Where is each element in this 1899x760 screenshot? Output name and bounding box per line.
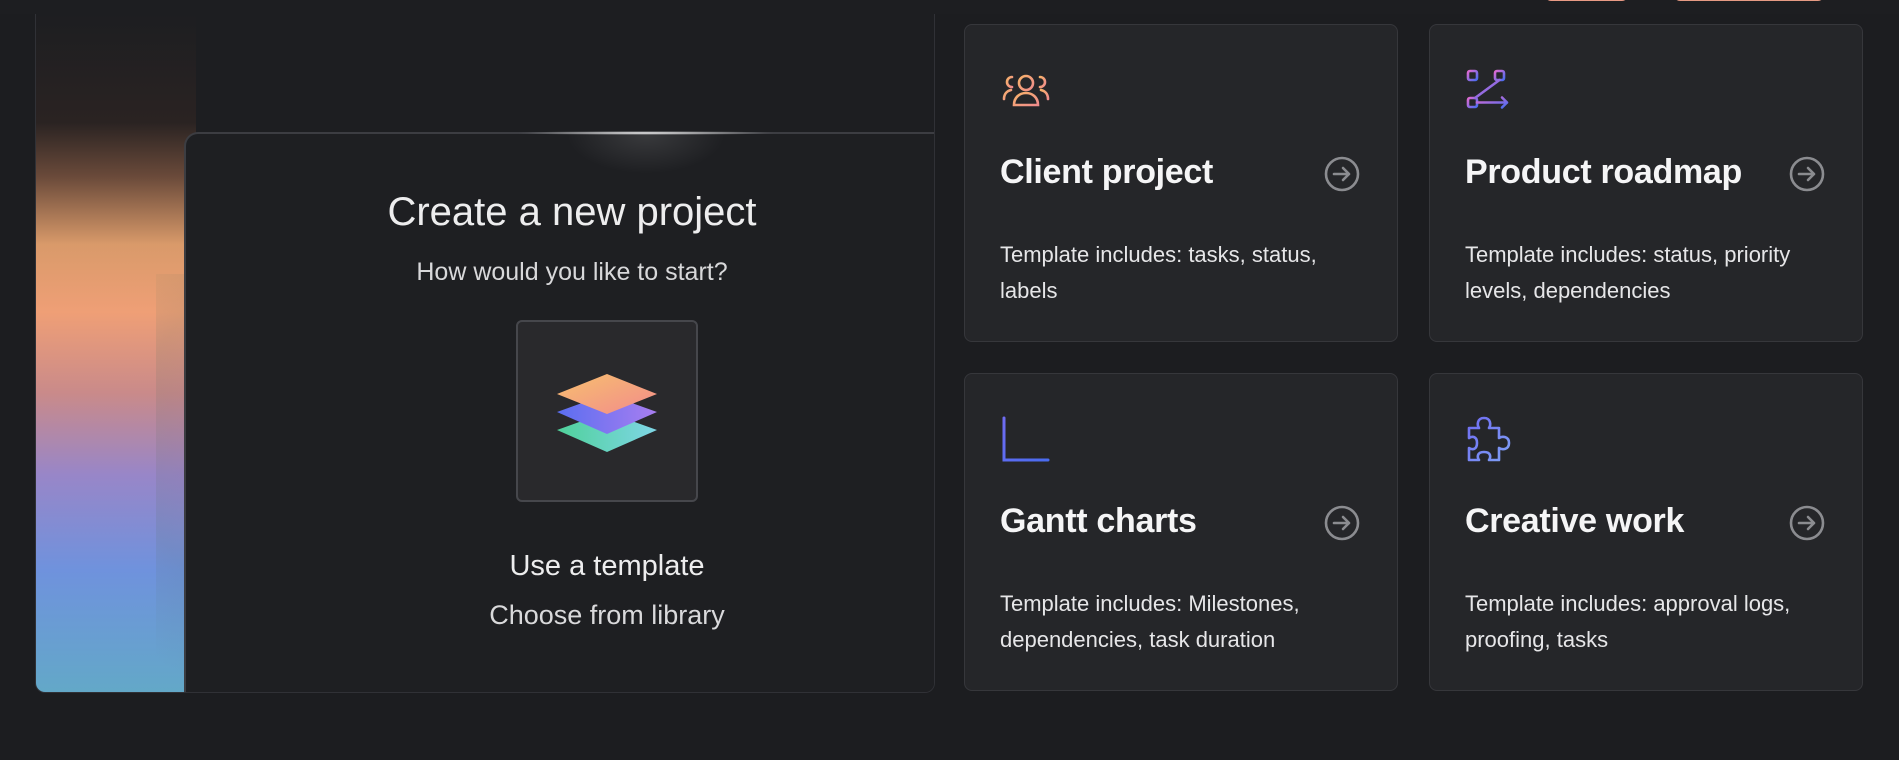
arrow-right-circle-icon[interactable] [1788,504,1826,542]
top-tab[interactable] [1674,0,1824,1]
top-bar [0,0,1899,14]
template-card-description: Template includes: tasks, status, labels [1000,242,1317,303]
new-project-hero [35,14,935,693]
template-card-creative-work[interactable]: Creative work Template includes: approva… [1429,373,1863,691]
template-card-description: Template includes: status, priority leve… [1465,242,1791,303]
template-card-description: Template includes: approval logs, proofi… [1465,591,1791,652]
arrow-right-circle-icon[interactable] [1788,155,1826,193]
decorative-shine [566,134,726,174]
arrow-right-circle-icon[interactable] [1323,504,1361,542]
gantt-chart-icon [1002,416,1050,462]
roadmap-route-icon [1466,69,1509,109]
template-card-description: Template includes: Milestones, dependenc… [1000,591,1300,652]
template-card-title: Creative work [1465,502,1685,540]
stacked-layers-icon [557,374,657,452]
template-card-client-project[interactable]: Client project Template includes: tasks,… [964,24,1398,342]
top-tab[interactable] [1545,0,1628,1]
use-template-button[interactable] [516,320,698,502]
template-card-title: Product roadmap [1465,153,1742,191]
puzzle-piece-icon [1467,416,1511,462]
template-card-title: Client project [1000,153,1214,191]
arrow-right-circle-icon[interactable] [1323,155,1361,193]
template-card-title: Gantt charts [1000,502,1197,540]
team-users-icon [1002,74,1050,107]
template-card-product-roadmap[interactable]: Product roadmap Template includes: statu… [1429,24,1863,342]
template-card-gantt-charts[interactable]: Gantt charts Template includes: Mileston… [964,373,1398,691]
